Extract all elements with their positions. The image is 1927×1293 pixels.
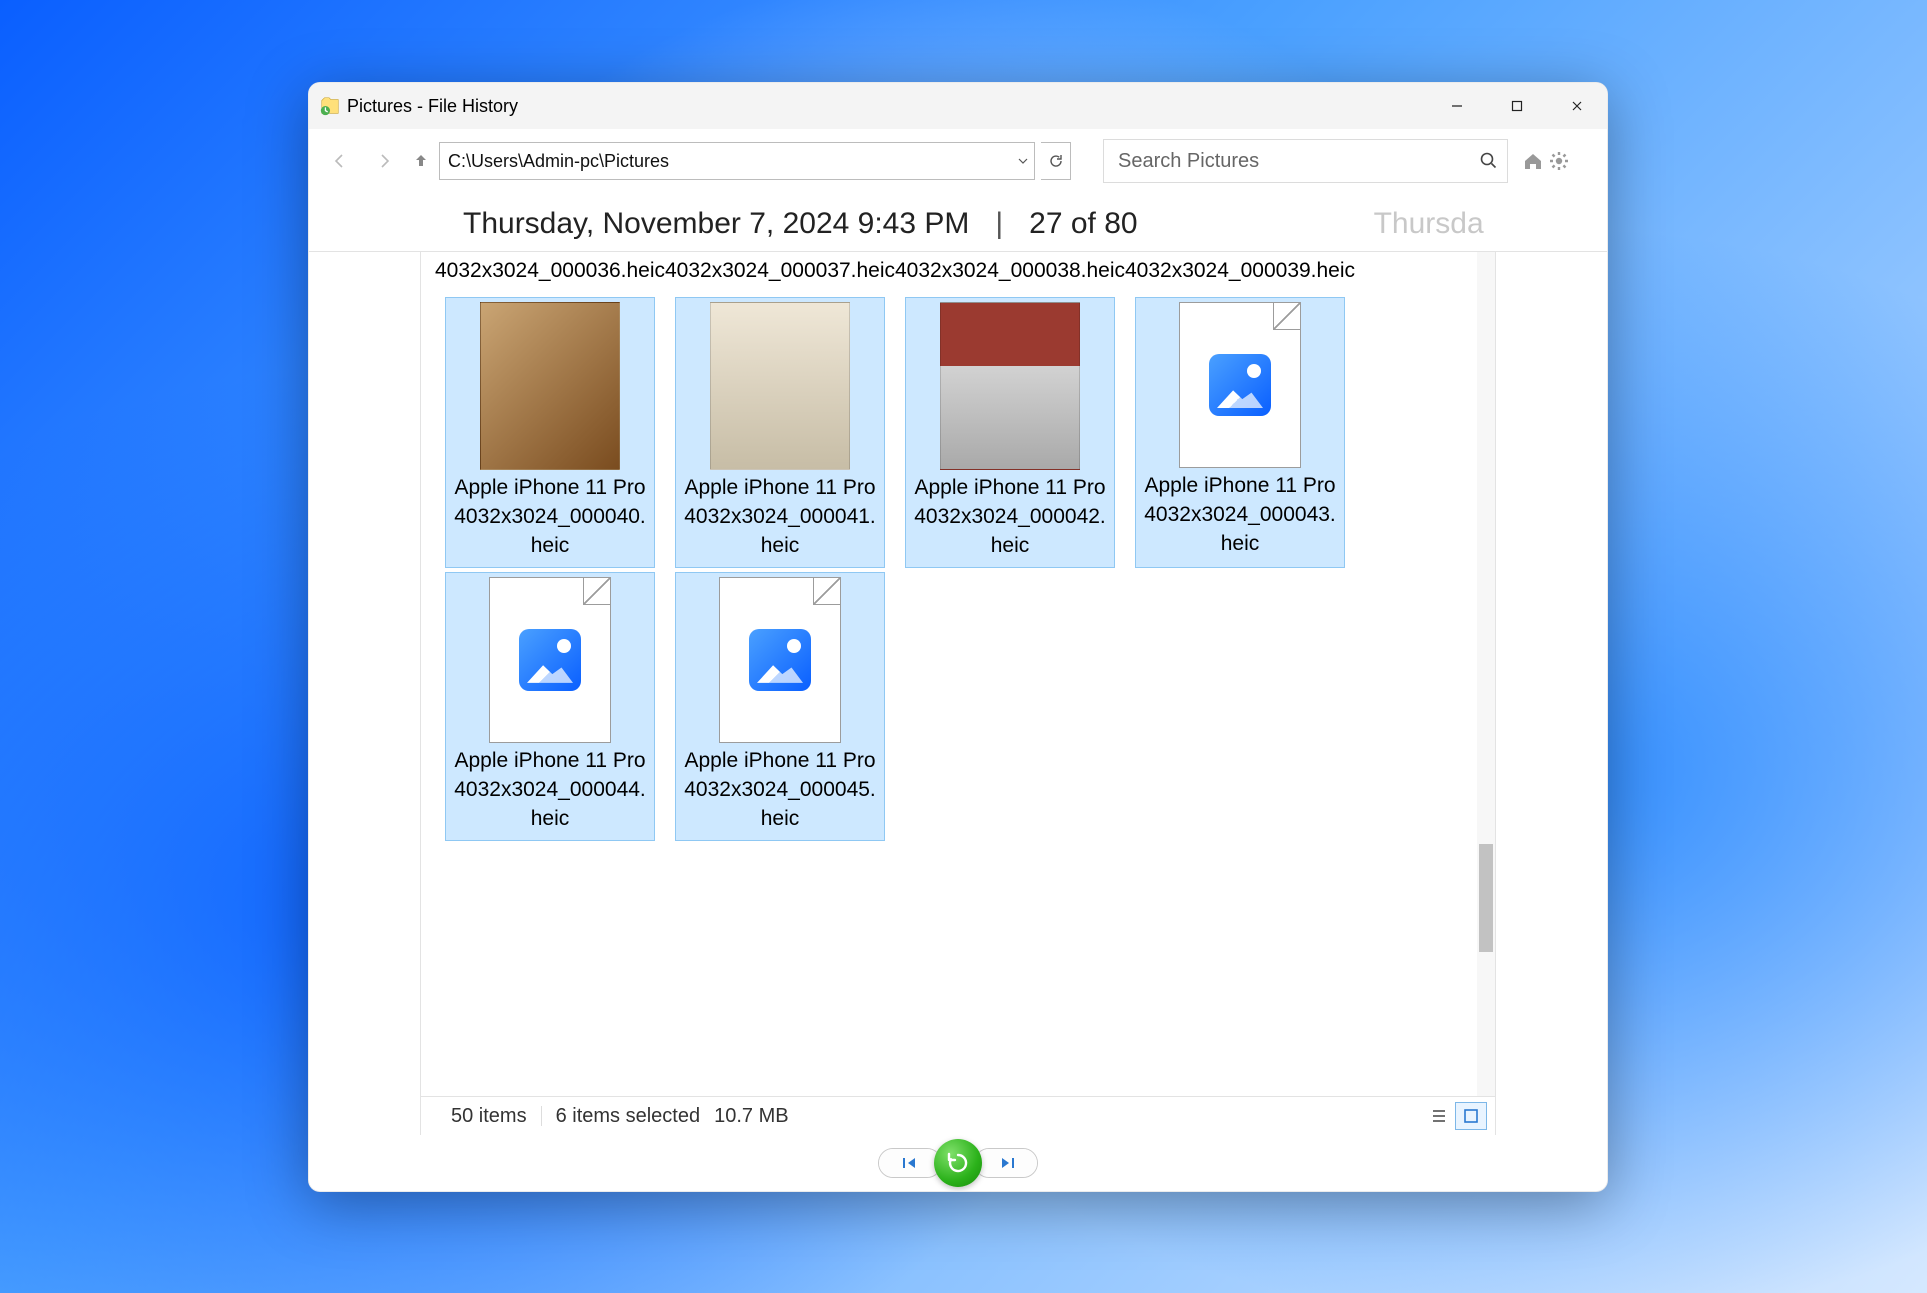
file-item[interactable]: Apple iPhone 11 Pro 4032x3024_000040.hei… (445, 297, 655, 568)
file-item[interactable]: Apple iPhone 11 Pro 4032x3024_000044.hei… (445, 572, 655, 841)
file-item[interactable]: 4032x3024_000037.heic (675, 252, 885, 293)
view-thumbnails-button[interactable] (1455, 1102, 1487, 1130)
status-selection: 6 items selected (556, 1105, 701, 1128)
restore-button[interactable] (934, 1139, 982, 1187)
maximize-button[interactable] (1487, 83, 1547, 129)
bottom-nav (309, 1135, 1607, 1191)
photos-app-icon (519, 629, 581, 691)
photos-app-icon (749, 629, 811, 691)
file-item[interactable]: Apple iPhone 11 Pro 4032x3024_000042.hei… (905, 297, 1115, 568)
snapshot-datetime: Thursday, November 7, 2024 9:43 PM (463, 207, 969, 241)
view-list-button[interactable] (1423, 1102, 1455, 1130)
next-snapshot-preview: Thursda (1374, 207, 1484, 241)
search-box[interactable] (1103, 139, 1508, 183)
file-item[interactable]: Apple iPhone 11 Pro 4032x3024_000045.hei… (675, 572, 885, 841)
file-thumbnail-photo (940, 302, 1080, 470)
next-snapshot-button[interactable] (975, 1149, 1037, 1177)
file-label: Apple iPhone 11 Pro 4032x3024_000045.hei… (680, 745, 880, 836)
status-bar: 50 items 6 items selected 10.7 MB (421, 1097, 1495, 1135)
snapshot-header: Thursday, November 7, 2024 9:43 PM | 27 … (309, 193, 1607, 251)
file-grid: 4032x3024_000036.heic 4032x3024_000037.he… (445, 252, 1473, 841)
file-grid-area: 4032x3024_000036.heic4032x3024_000037.he… (421, 252, 1495, 1097)
prev-snapshot-button[interactable] (879, 1149, 941, 1177)
file-item[interactable]: Apple iPhone 11 Pro 4032x3024_000041.hei… (675, 297, 885, 568)
snapshot-nav-pill (878, 1148, 942, 1178)
forward-button[interactable] (365, 142, 403, 180)
file-item[interactable]: 4032x3024_000036.heic (445, 252, 655, 293)
address-path: C:\Users\Admin-pc\Pictures (440, 151, 1012, 172)
view-toggles (1423, 1102, 1487, 1130)
refresh-button[interactable] (1041, 142, 1071, 180)
status-size: 10.7 MB (714, 1105, 788, 1128)
next-snapshot-column[interactable] (1495, 252, 1607, 1135)
minimize-button[interactable] (1427, 83, 1487, 129)
file-label: 4032x3024_000038.heic (895, 257, 1125, 286)
photos-app-icon (1209, 354, 1271, 416)
file-thumbnail-photo (480, 302, 620, 470)
navigation-row: C:\Users\Admin-pc\Pictures (309, 129, 1607, 193)
file-grid-scroll[interactable]: 4032x3024_000036.heic4032x3024_000037.he… (421, 252, 1477, 1096)
status-divider (541, 1106, 542, 1126)
home-icon[interactable] (1520, 150, 1546, 172)
address-bar[interactable]: C:\Users\Admin-pc\Pictures (439, 142, 1035, 180)
titlebar: Pictures - File History (309, 83, 1607, 129)
file-history-window: Pictures - File History C:\Users\Admin-p… (308, 82, 1608, 1192)
file-thumbnail-photo (710, 302, 850, 470)
current-snapshot-column: 4032x3024_000036.heic4032x3024_000037.he… (421, 252, 1495, 1135)
search-icon[interactable] (1479, 151, 1499, 171)
file-item[interactable]: Apple iPhone 11 Pro 4032x3024_000043.hei… (1135, 297, 1345, 568)
gear-icon[interactable] (1546, 150, 1572, 172)
snapshot-nav-pill-right (974, 1148, 1038, 1178)
toolbar-right (1520, 150, 1572, 172)
file-label: Apple iPhone 11 Pro 4032x3024_000041.hei… (680, 472, 880, 563)
file-label: Apple iPhone 11 Pro 4032x3024_000044.hei… (450, 745, 650, 836)
up-button[interactable] (409, 152, 433, 170)
file-label: 4032x3024_000036.heic (435, 257, 665, 286)
scrollbar-thumb[interactable] (1479, 844, 1493, 952)
scrollbar-track[interactable] (1477, 252, 1495, 1096)
window-title: Pictures - File History (347, 96, 518, 117)
file-history-icon (319, 95, 341, 117)
file-thumbnail-generic (1179, 302, 1301, 468)
file-label: Apple iPhone 11 Pro 4032x3024_000043.hei… (1140, 470, 1340, 561)
window-controls (1427, 83, 1607, 129)
snapshot-separator: | (995, 207, 1003, 241)
search-input[interactable] (1116, 149, 1479, 174)
file-label: 4032x3024_000039.heic (1125, 257, 1355, 286)
file-item[interactable]: 4032x3024_000039.heic (1135, 252, 1345, 293)
file-thumbnail-generic (719, 577, 841, 743)
file-thumbnail-generic (489, 577, 611, 743)
file-label: 4032x3024_000037.heic (665, 257, 895, 286)
back-button[interactable] (321, 142, 359, 180)
close-button[interactable] (1547, 83, 1607, 129)
file-label: Apple iPhone 11 Pro 4032x3024_000040.hei… (450, 472, 650, 563)
file-item[interactable]: 4032x3024_000038.heic (905, 252, 1115, 293)
file-label: Apple iPhone 11 Pro 4032x3024_000042.hei… (910, 472, 1110, 563)
content-columns: 4032x3024_000036.heic4032x3024_000037.he… (309, 251, 1607, 1135)
status-item-count: 50 items (451, 1105, 527, 1128)
prev-snapshot-column[interactable] (309, 252, 421, 1135)
snapshot-index: 27 of 80 (1029, 207, 1137, 241)
address-dropdown-icon[interactable] (1012, 143, 1034, 179)
